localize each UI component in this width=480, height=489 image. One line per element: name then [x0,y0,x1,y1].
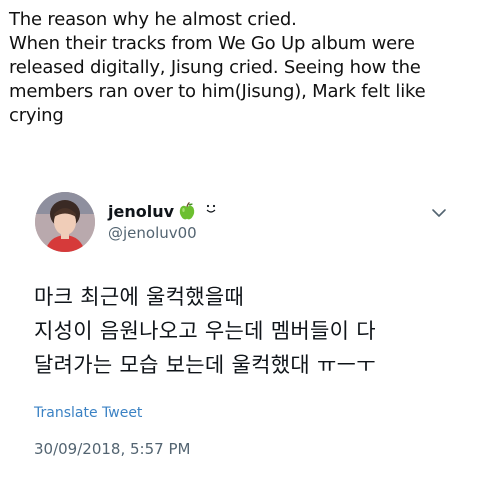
tweet-line: 마크 최근에 울컥했을때 [34,285,245,309]
tweet-line: 달려가는 모습 보는데 울컥했대 ㅠㅡㅜ [34,353,376,377]
tweet-timestamp[interactable]: 30/09/2018, 5:57 PM [34,440,190,458]
post-line: released digitally, Jisung cried. Seeing… [9,57,421,78]
quoted-tweet[interactable]: jenoluv @jenoluv00 마크 최근에 울컥했을때 지성이 음원나오… [0,172,480,489]
avatar-photo [35,192,95,252]
post-line: The reason why he almost cried. [9,9,297,30]
post-line: When their tracks from We Go Up album we… [9,33,415,54]
post-line: members ran over to him(Jisung), Mark fe… [9,81,426,102]
display-name[interactable]: jenoluv [108,202,174,221]
avatar[interactable] [35,192,95,252]
name-row: jenoluv [108,200,217,222]
post-text: The reason why he almost cried. When the… [9,8,475,128]
tweet-body: 마크 최근에 울컥했을때 지성이 음원나오고 우는데 멤버들이 다 달려가는 모… [34,280,464,382]
green-apple-icon [177,201,197,221]
user-handle[interactable]: @jenoluv00 [108,224,197,242]
smile-icon [205,200,217,213]
chevron-down-icon[interactable] [430,204,448,217]
translate-tweet-link[interactable]: Translate Tweet [34,405,142,421]
post-line: crying [9,105,64,126]
tweet-line: 지성이 음원나오고 우는데 멤버들이 다 [34,319,376,343]
